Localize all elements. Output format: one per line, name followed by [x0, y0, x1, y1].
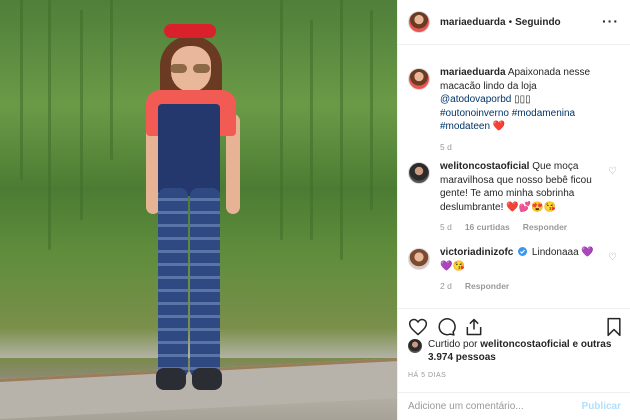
comment-item: welitoncostaoficial Que moça maravilhosa… — [408, 160, 621, 235]
commenter-avatar[interactable] — [408, 162, 430, 184]
publish-button[interactable]: Publicar — [582, 401, 621, 412]
caption-hashtags[interactable]: #outonoinverno #modamenina #modateen — [440, 108, 575, 133]
photo-subject — [140, 18, 258, 418]
caption-emoji: ❤️ — [492, 121, 506, 132]
caption: mariaeduarda Apaixonada nesse macacão li… — [408, 66, 621, 154]
comment-like-heart-icon[interactable]: ♡ — [608, 252, 617, 263]
header-separator: • — [508, 16, 513, 28]
liker-avatar[interactable] — [408, 339, 422, 353]
share-icon[interactable] — [464, 317, 484, 337]
reply-button[interactable]: Responder — [523, 221, 567, 235]
comment-item: victoriadinizofc Lindonaaa 💜💜😘 2 d Respo… — [408, 246, 621, 294]
comment-composer: Publicar — [398, 392, 630, 420]
heart-icon[interactable] — [408, 317, 428, 337]
comment-likes-count[interactable]: 16 curtidas — [465, 221, 510, 235]
comment-text: Lindonaaa — [531, 247, 579, 258]
caption-age: 5 d — [440, 141, 452, 152]
likes-summary: Curtido por welitoncostaoficial e outras… — [408, 338, 623, 364]
comments-list: mariaeduarda Apaixonada nesse macacão li… — [398, 56, 630, 306]
verified-badge-icon — [518, 247, 528, 256]
caption-mention-suffix: ▯▯▯ — [514, 94, 531, 105]
author-avatar[interactable] — [408, 11, 430, 33]
comment-emoji: ❤️💕😍😘 — [506, 201, 556, 213]
ellipsis-icon[interactable]: ··· — [602, 14, 619, 28]
comment-input[interactable] — [408, 401, 582, 412]
comment-username[interactable]: victoriadinizofc — [440, 247, 513, 258]
reply-button[interactable]: Responder — [465, 280, 509, 294]
likes-prefix: Curtido por — [428, 339, 478, 350]
follow-status-button[interactable]: Seguindo — [515, 17, 561, 28]
post-photo[interactable] — [0, 0, 397, 420]
post-sidebar: mariaeduarda • Seguindo ··· mariaeduarda… — [397, 0, 630, 420]
caption-mention[interactable]: @atodovaporbd — [440, 94, 511, 105]
comment-username[interactable]: welitoncostaoficial — [440, 161, 529, 172]
caption-username[interactable]: mariaeduarda — [440, 67, 506, 78]
comment-age: 2 d — [440, 281, 452, 291]
post-header: mariaeduarda • Seguindo ··· — [398, 0, 630, 45]
commenter-avatar[interactable] — [408, 248, 430, 270]
bookmark-icon[interactable] — [604, 317, 624, 337]
post-timestamp[interactable]: HÁ 5 DIAS — [408, 372, 446, 379]
liker-username[interactable]: welitoncostaoficial — [480, 339, 569, 350]
caption-avatar[interactable] — [408, 68, 430, 90]
comment-like-heart-icon[interactable]: ♡ — [608, 166, 617, 177]
author-username[interactable]: mariaeduarda — [440, 17, 506, 28]
comment-icon[interactable] — [436, 317, 456, 337]
comment-age: 5 d — [440, 222, 452, 232]
